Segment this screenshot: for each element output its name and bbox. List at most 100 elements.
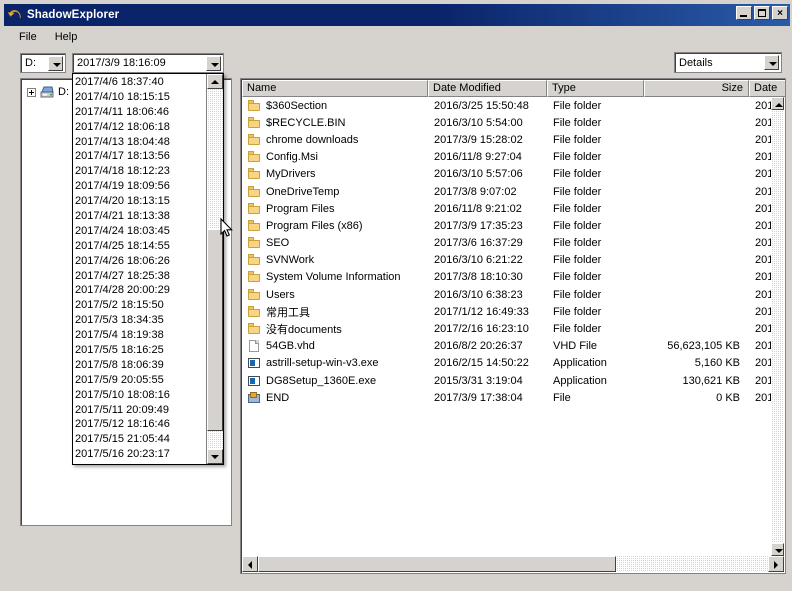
snapshot-dropdown-item[interactable]: 2017/5/12 18:16:46: [75, 417, 206, 432]
file-date: 2016/: [755, 202, 771, 215]
file-date: 2016/: [755, 305, 771, 318]
snapshot-dropdown-item[interactable]: 2017/4/21 18:13:38: [75, 209, 206, 224]
snapshot-dropdown-item[interactable]: 2017/5/2 18:15:50: [75, 298, 206, 313]
table-row[interactable]: MyDrivers 2016/3/10 5:57:06 File folder 201…: [242, 166, 771, 183]
close-icon: ×: [777, 8, 783, 19]
snapshot-dropdown-item[interactable]: 2017/4/26 18:06:26: [75, 254, 206, 269]
snapshot-dropdown-item[interactable]: 2017/5/10 18:08:16: [75, 388, 206, 403]
snapshot-dropdown-item[interactable]: 2017/4/19 18:09:56: [75, 179, 206, 194]
scroll-left-icon[interactable]: [242, 556, 258, 572]
column-header-date[interactable]: Date: [749, 80, 785, 97]
snapshot-dropdown-item[interactable]: 2017/5/4 18:19:38: [75, 328, 206, 343]
snapshot-dropdown-item[interactable]: 2017/4/13 18:04:48: [75, 135, 206, 150]
dropdown-scroll-track[interactable]: [207, 89, 223, 449]
snapshot-dropdown-item[interactable]: 2017/4/10 18:15:15: [75, 90, 206, 105]
snapshot-dropdown-item[interactable]: 2017/5/11 20:09:49: [75, 403, 206, 418]
scroll-up-icon[interactable]: [207, 74, 223, 89]
table-row[interactable]: $360Section 2016/3/25 15:50:48 File folder…: [242, 97, 771, 114]
table-row[interactable]: Users 2016/3/10 6:38:23 File folder 2016/: [242, 286, 771, 303]
close-button[interactable]: ×: [772, 6, 788, 20]
file-list-horizontal-scrollbar[interactable]: [242, 556, 784, 572]
file-name: Program Files (x86): [266, 219, 363, 232]
snapshot-dropdown-item[interactable]: 2017/4/12 18:06:18: [75, 120, 206, 135]
minimize-button[interactable]: [736, 6, 752, 20]
column-header-modified[interactable]: Date Modified: [428, 80, 547, 97]
snapshot-dropdown-item[interactable]: 2017/4/17 18:13:56: [75, 149, 206, 164]
table-row[interactable]: SVNWork 2016/3/10 6:21:22 File folder 2016/: [242, 252, 771, 269]
scroll-right-icon[interactable]: [768, 556, 784, 572]
file-modified: 2017/2/16 16:23:10: [434, 323, 529, 336]
table-row[interactable]: System Volume Information 2017/3/8 18:10:…: [242, 269, 771, 286]
snapshot-dropdown-item[interactable]: 2017/4/27 18:25:38: [75, 269, 206, 284]
table-row[interactable]: 常用工具 2017/1/12 16:49:33 File folder 2016/: [242, 303, 771, 320]
snapshot-dropdown-item[interactable]: 2017/5/16 20:23:17: [75, 447, 206, 462]
column-header-type[interactable]: Type: [547, 80, 644, 97]
file-size: 56,623,105 KB: [667, 340, 740, 353]
shadowexplorer-window: ShadowExplorer × File Help D: 2017/3/9 1…: [0, 0, 792, 591]
menu-item-help[interactable]: Help: [46, 29, 87, 45]
snapshot-dropdown-item[interactable]: 2017/5/9 20:05:55: [75, 373, 206, 388]
horizontal-scroll-track[interactable]: [258, 556, 768, 572]
snapshot-dropdown-item[interactable]: 2017/4/20 18:13:15: [75, 194, 206, 209]
file-modified: 2016/3/10 6:38:23: [434, 288, 523, 301]
table-row[interactable]: chrome downloads 2017/3/9 15:28:02 File fo…: [242, 131, 771, 148]
file-date: 2016/: [755, 237, 771, 250]
column-header-size[interactable]: Size: [644, 80, 749, 97]
snapshot-dropdown-scrollbar[interactable]: [206, 74, 223, 464]
menu-bar: File Help: [4, 27, 790, 46]
file-list-header: Name Date Modified Type Size Date: [242, 80, 785, 97]
chevron-down-icon[interactable]: [206, 55, 221, 71]
snapshot-dropdown-item[interactable]: 2017/5/5 18:16:25: [75, 343, 206, 358]
file-modified: 2017/3/8 18:10:30: [434, 271, 523, 284]
snapshot-select[interactable]: 2017/3/9 18:16:09: [72, 53, 224, 73]
dropdown-scroll-thumb[interactable]: [207, 229, 223, 431]
file-date: 2016/: [755, 374, 771, 387]
horizontal-scroll-thumb[interactable]: [258, 556, 616, 572]
column-header-name[interactable]: Name: [242, 80, 428, 97]
table-row[interactable]: $RECYCLE.BIN 2016/3/10 5:54:00 File folder…: [242, 114, 771, 131]
snapshot-dropdown-item[interactable]: 2017/4/11 18:06:46: [75, 105, 206, 120]
file-size: 5,160 KB: [694, 357, 740, 370]
snapshot-dropdown-item[interactable]: 2017/4/28 20:00:29: [75, 283, 206, 298]
folder-icon: [247, 322, 262, 336]
table-row[interactable]: astrill-setup-win-v3.exe 2016/2/15 14:50:…: [242, 355, 771, 372]
snapshot-dropdown-item[interactable]: 2017/5/17 20:59:01: [75, 462, 206, 464]
file-name: Users: [266, 288, 295, 301]
scroll-up-icon[interactable]: [771, 97, 784, 110]
chevron-down-icon[interactable]: [764, 55, 779, 70]
drive-icon: [39, 84, 55, 100]
table-row[interactable]: END 2017/3/9 17:38:04 File 0 KB 2017/: [242, 389, 771, 406]
snapshot-dropdown-item[interactable]: 2017/4/18 18:12:23: [75, 164, 206, 179]
file-name: 常用工具: [266, 306, 310, 319]
snapshot-dropdown-list[interactable]: 2017/4/6 18:37:40 2017/4/10 18:15:15 2017/…: [72, 73, 224, 465]
snapshot-dropdown-item[interactable]: 2017/5/15 21:05:44: [75, 432, 206, 447]
file-list-vertical-scrollbar[interactable]: [771, 97, 784, 556]
expand-plus-icon[interactable]: [27, 87, 36, 97]
file-type: File folder: [553, 202, 602, 215]
snapshot-dropdown-item[interactable]: 2017/4/25 18:14:55: [75, 239, 206, 254]
table-row[interactable]: Program Files (x86) 2017/3/9 17:35:23 File…: [242, 217, 771, 234]
vertical-scroll-track[interactable]: [771, 110, 784, 543]
table-row[interactable]: Program Files 2016/11/8 9:21:02 File folde…: [242, 200, 771, 217]
drive-select[interactable]: D:: [20, 53, 66, 73]
table-row[interactable]: SEO 2017/3/6 16:37:29 File folder 2016/: [242, 235, 771, 252]
file-list-panel: Name Date Modified Type Size Date $360Sectio…: [240, 78, 786, 574]
table-row[interactable]: OneDriveTemp 2017/3/8 9:07:02 File folder 2…: [242, 183, 771, 200]
table-row[interactable]: 没有documents 2017/2/16 16:23:10 File folder…: [242, 320, 771, 337]
table-row[interactable]: 54GB.vhd 2016/8/2 20:26:37 VHD File 56,623,…: [242, 338, 771, 355]
table-row[interactable]: Config.Msi 2016/11/8 9:27:04 File folder 20…: [242, 149, 771, 166]
maximize-button[interactable]: [754, 6, 770, 20]
file-type: File folder: [553, 288, 602, 301]
menu-item-file[interactable]: File: [10, 29, 46, 45]
folder-icon: [247, 270, 262, 284]
table-row[interactable]: DG8Setup_1360E.exe 2015/3/31 3:19:04 Appli…: [242, 372, 771, 389]
snapshot-dropdown-item[interactable]: 2017/4/6 18:37:40: [75, 75, 206, 90]
snapshot-dropdown-item[interactable]: 2017/5/8 18:06:39: [75, 358, 206, 373]
view-mode-select[interactable]: Details: [674, 52, 782, 73]
document-icon: [247, 339, 262, 353]
snapshot-dropdown-item[interactable]: 2017/4/24 18:03:45: [75, 224, 206, 239]
scroll-down-icon[interactable]: [771, 543, 784, 556]
chevron-down-icon[interactable]: [48, 55, 63, 71]
scroll-down-icon[interactable]: [207, 449, 223, 464]
snapshot-dropdown-item[interactable]: 2017/5/3 18:34:35: [75, 313, 206, 328]
